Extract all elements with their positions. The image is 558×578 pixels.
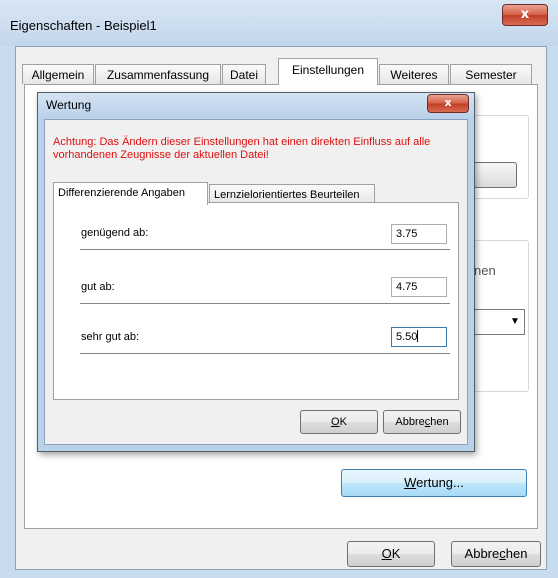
dialog-cancel-button[interactable]: Abbrechen [383, 410, 461, 434]
tab-semester[interactable]: Semester [450, 64, 532, 84]
dialog-title: Wertung [46, 98, 92, 112]
warning-message: Achtung: Das Ändern dieser Einstellungen… [53, 136, 431, 161]
divider [80, 303, 450, 304]
gut-label: gut ab: [81, 281, 115, 293]
chevron-down-icon: ▼ [510, 316, 520, 327]
ok-button[interactable]: OK [347, 541, 435, 567]
dialog-titlebar[interactable]: Wertung x [38, 93, 474, 117]
sehr-gut-input[interactable]: 5.50 [391, 327, 447, 347]
tab-allgemein[interactable]: Allgemein [22, 64, 94, 84]
wertung-dialog: Wertung x Achtung: Das Ändern dieser Ein… [37, 92, 475, 452]
close-icon: x [520, 7, 530, 22]
genuegend-label: genügend ab: [81, 227, 149, 239]
dialog-client-area: Achtung: Das Ändern dieser Einstellungen… [44, 119, 468, 445]
tab-lernzielorientiertes-beurteilen[interactable]: Lernzielorientiertes Beurteilen [209, 184, 375, 204]
tab-einstellungen[interactable]: Einstellungen [278, 58, 378, 85]
window-titlebar[interactable]: Eigenschaften - Beispiel1 x [0, 0, 558, 46]
tab-zusammenfassung[interactable]: Zusammenfassung [95, 64, 221, 84]
tab-datei[interactable]: Datei [222, 64, 266, 84]
wertung-button[interactable]: Wertung... [341, 469, 527, 497]
tab-weiteres[interactable]: Weiteres [379, 64, 449, 84]
close-button[interactable]: x [502, 4, 548, 26]
divider [80, 249, 450, 250]
close-icon: x [444, 96, 452, 109]
gut-input[interactable]: 4.75 [391, 277, 447, 297]
window-title: Eigenschaften - Beispiel1 [10, 18, 157, 33]
genuegend-input[interactable]: 3.75 [391, 224, 447, 244]
dialog-close-button[interactable]: x [427, 94, 469, 113]
grading-panel: genügend ab: 3.75 gut ab: 4.75 sehr gut … [53, 202, 459, 400]
obscured-label: nen [474, 263, 496, 278]
divider [80, 353, 450, 354]
sehr-gut-label: sehr gut ab: [81, 331, 140, 343]
cancel-button[interactable]: Abbrechen [451, 541, 541, 567]
tab-differenzierende-angaben[interactable]: Differenzierende Angaben [53, 182, 208, 205]
dialog-ok-button[interactable]: OK [300, 410, 378, 434]
text-caret [417, 330, 419, 342]
